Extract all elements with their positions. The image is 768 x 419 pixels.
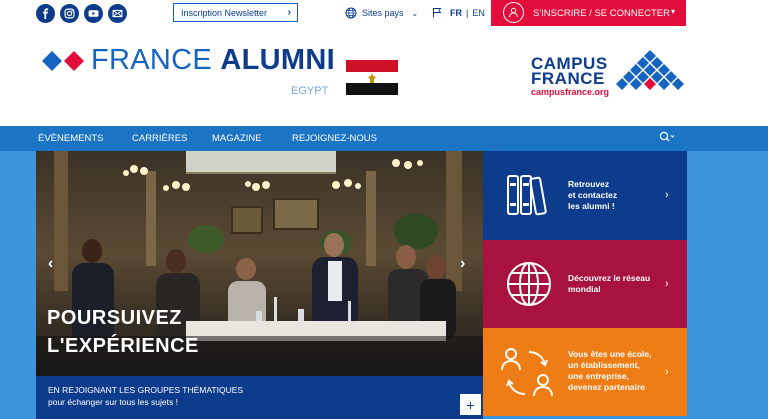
tile-text-line: un établissement,: [568, 360, 640, 370]
hero-caption[interactable]: EN REJOIGNANT LES GROUPES THÉMATIQUES po…: [36, 376, 483, 419]
nav-item-magazine[interactable]: MAGAZINE: [212, 133, 262, 144]
hero-slider[interactable]: ‹ › POURSUIVEZ L'EXPÉRIENCE: [36, 151, 483, 376]
chevron-right-icon: ›: [665, 189, 669, 201]
hero-prev-arrow-icon[interactable]: ‹: [48, 255, 53, 273]
hero-next-arrow-icon[interactable]: ›: [460, 255, 465, 273]
chevron-down-icon: ▾: [670, 7, 675, 16]
campus-line2: FRANCE: [531, 69, 605, 88]
logo-diamonds-icon: [42, 50, 86, 77]
tile-text-line: une entreprise,: [568, 371, 629, 381]
lang-fr[interactable]: FR: [450, 8, 462, 18]
tile-text-line: devenez partenaire: [568, 382, 646, 392]
nav-item-rejoignez-nous[interactable]: REJOIGNEZ-NOUS: [292, 133, 377, 144]
language-switcher: FR | EN: [432, 7, 485, 18]
partners-exchange-icon: [501, 348, 553, 397]
chevron-right-icon: ›: [665, 366, 669, 378]
country-label: EGYPT: [291, 85, 329, 97]
chevron-down-icon: ⌄: [411, 8, 419, 18]
tile-text-line: les alumni !: [568, 201, 615, 211]
logo-text-part2: ALUMNI: [220, 44, 335, 76]
hero-title: POURSUIVEZ L'EXPÉRIENCE: [47, 304, 199, 360]
instagram-icon[interactable]: [60, 4, 79, 23]
globe-icon: [507, 262, 551, 306]
youtube-icon[interactable]: [84, 4, 103, 23]
hero-title-line1: POURSUIVEZ: [47, 307, 183, 329]
nav-item-evenements[interactable]: ÉVÈNEMENTS: [38, 133, 103, 144]
binders-icon: [507, 175, 547, 216]
user-icon: [503, 2, 524, 23]
sites-label: Sites pays: [362, 8, 404, 18]
lang-separator: |: [466, 7, 469, 18]
main-nav: ÉVÈNEMENTS CARRIÈRES MAGAZINE REJOIGNEZ-…: [0, 126, 768, 151]
email-icon[interactable]: [108, 4, 127, 23]
tile-text-line: et contactez: [568, 190, 618, 200]
tile-text-line: Retrouvez: [568, 179, 610, 189]
signup-login-button[interactable]: S'INSCRIRE / SE CONNECTER ▾: [491, 0, 686, 26]
tile-find-alumni-text: Retrouvez et contactez les alumni !: [568, 179, 617, 212]
top-bar: Inscription Newsletter › Sites pays ⌄ FR…: [0, 0, 768, 28]
globe-icon: [345, 7, 357, 19]
hero-caption-line1: EN REJOIGNANT LES GROUPES THÉMATIQUES: [48, 385, 244, 395]
newsletter-button[interactable]: Inscription Newsletter ›: [173, 3, 298, 22]
site-logo[interactable]: FRANCE ALUMNI: [91, 44, 335, 77]
signup-label: S'INSCRIRE / SE CONNECTER: [533, 7, 670, 19]
tile-global-network[interactable]: Découvrez le réseau mondial ›: [483, 240, 687, 328]
egypt-flag: [346, 60, 398, 95]
tile-become-partner[interactable]: Vous êtes une école, un établissement, u…: [483, 328, 687, 416]
sites-pays-dropdown[interactable]: Sites pays ⌄: [345, 7, 418, 19]
campus-france-diamonds-icon: [616, 50, 684, 90]
search-icon[interactable]: [659, 131, 675, 146]
campus-url: campusfrance.org: [531, 87, 610, 97]
hero-caption-line2: pour échanger sur tous les sujets !: [48, 397, 178, 407]
chevron-right-icon: ›: [287, 7, 291, 18]
flag-icon: [433, 8, 442, 18]
facebook-icon[interactable]: [36, 4, 55, 23]
tile-text-line: Vous êtes une école,: [568, 349, 652, 359]
tile-become-partner-text: Vous êtes une école, un établissement, u…: [568, 349, 651, 393]
campus-france-logo[interactable]: CAMPUS FRANCE campusfrance.org: [531, 55, 610, 97]
plus-button[interactable]: +: [460, 394, 481, 415]
chevron-right-icon: ›: [665, 278, 669, 290]
logo-text-part1: FRANCE: [91, 44, 221, 76]
newsletter-label: Inscription Newsletter: [181, 7, 268, 18]
tile-global-network-text: Découvrez le réseau mondial: [568, 273, 650, 295]
tile-text-line: Découvrez le réseau: [568, 273, 651, 283]
hero-title-line2: L'EXPÉRIENCE: [47, 335, 199, 357]
tile-text-line: mondial: [568, 284, 601, 294]
lang-en[interactable]: EN: [472, 8, 485, 18]
nav-item-carrieres[interactable]: CARRIÈRES: [132, 133, 187, 144]
tile-find-alumni[interactable]: Retrouvez et contactez les alumni ! ›: [483, 151, 687, 240]
